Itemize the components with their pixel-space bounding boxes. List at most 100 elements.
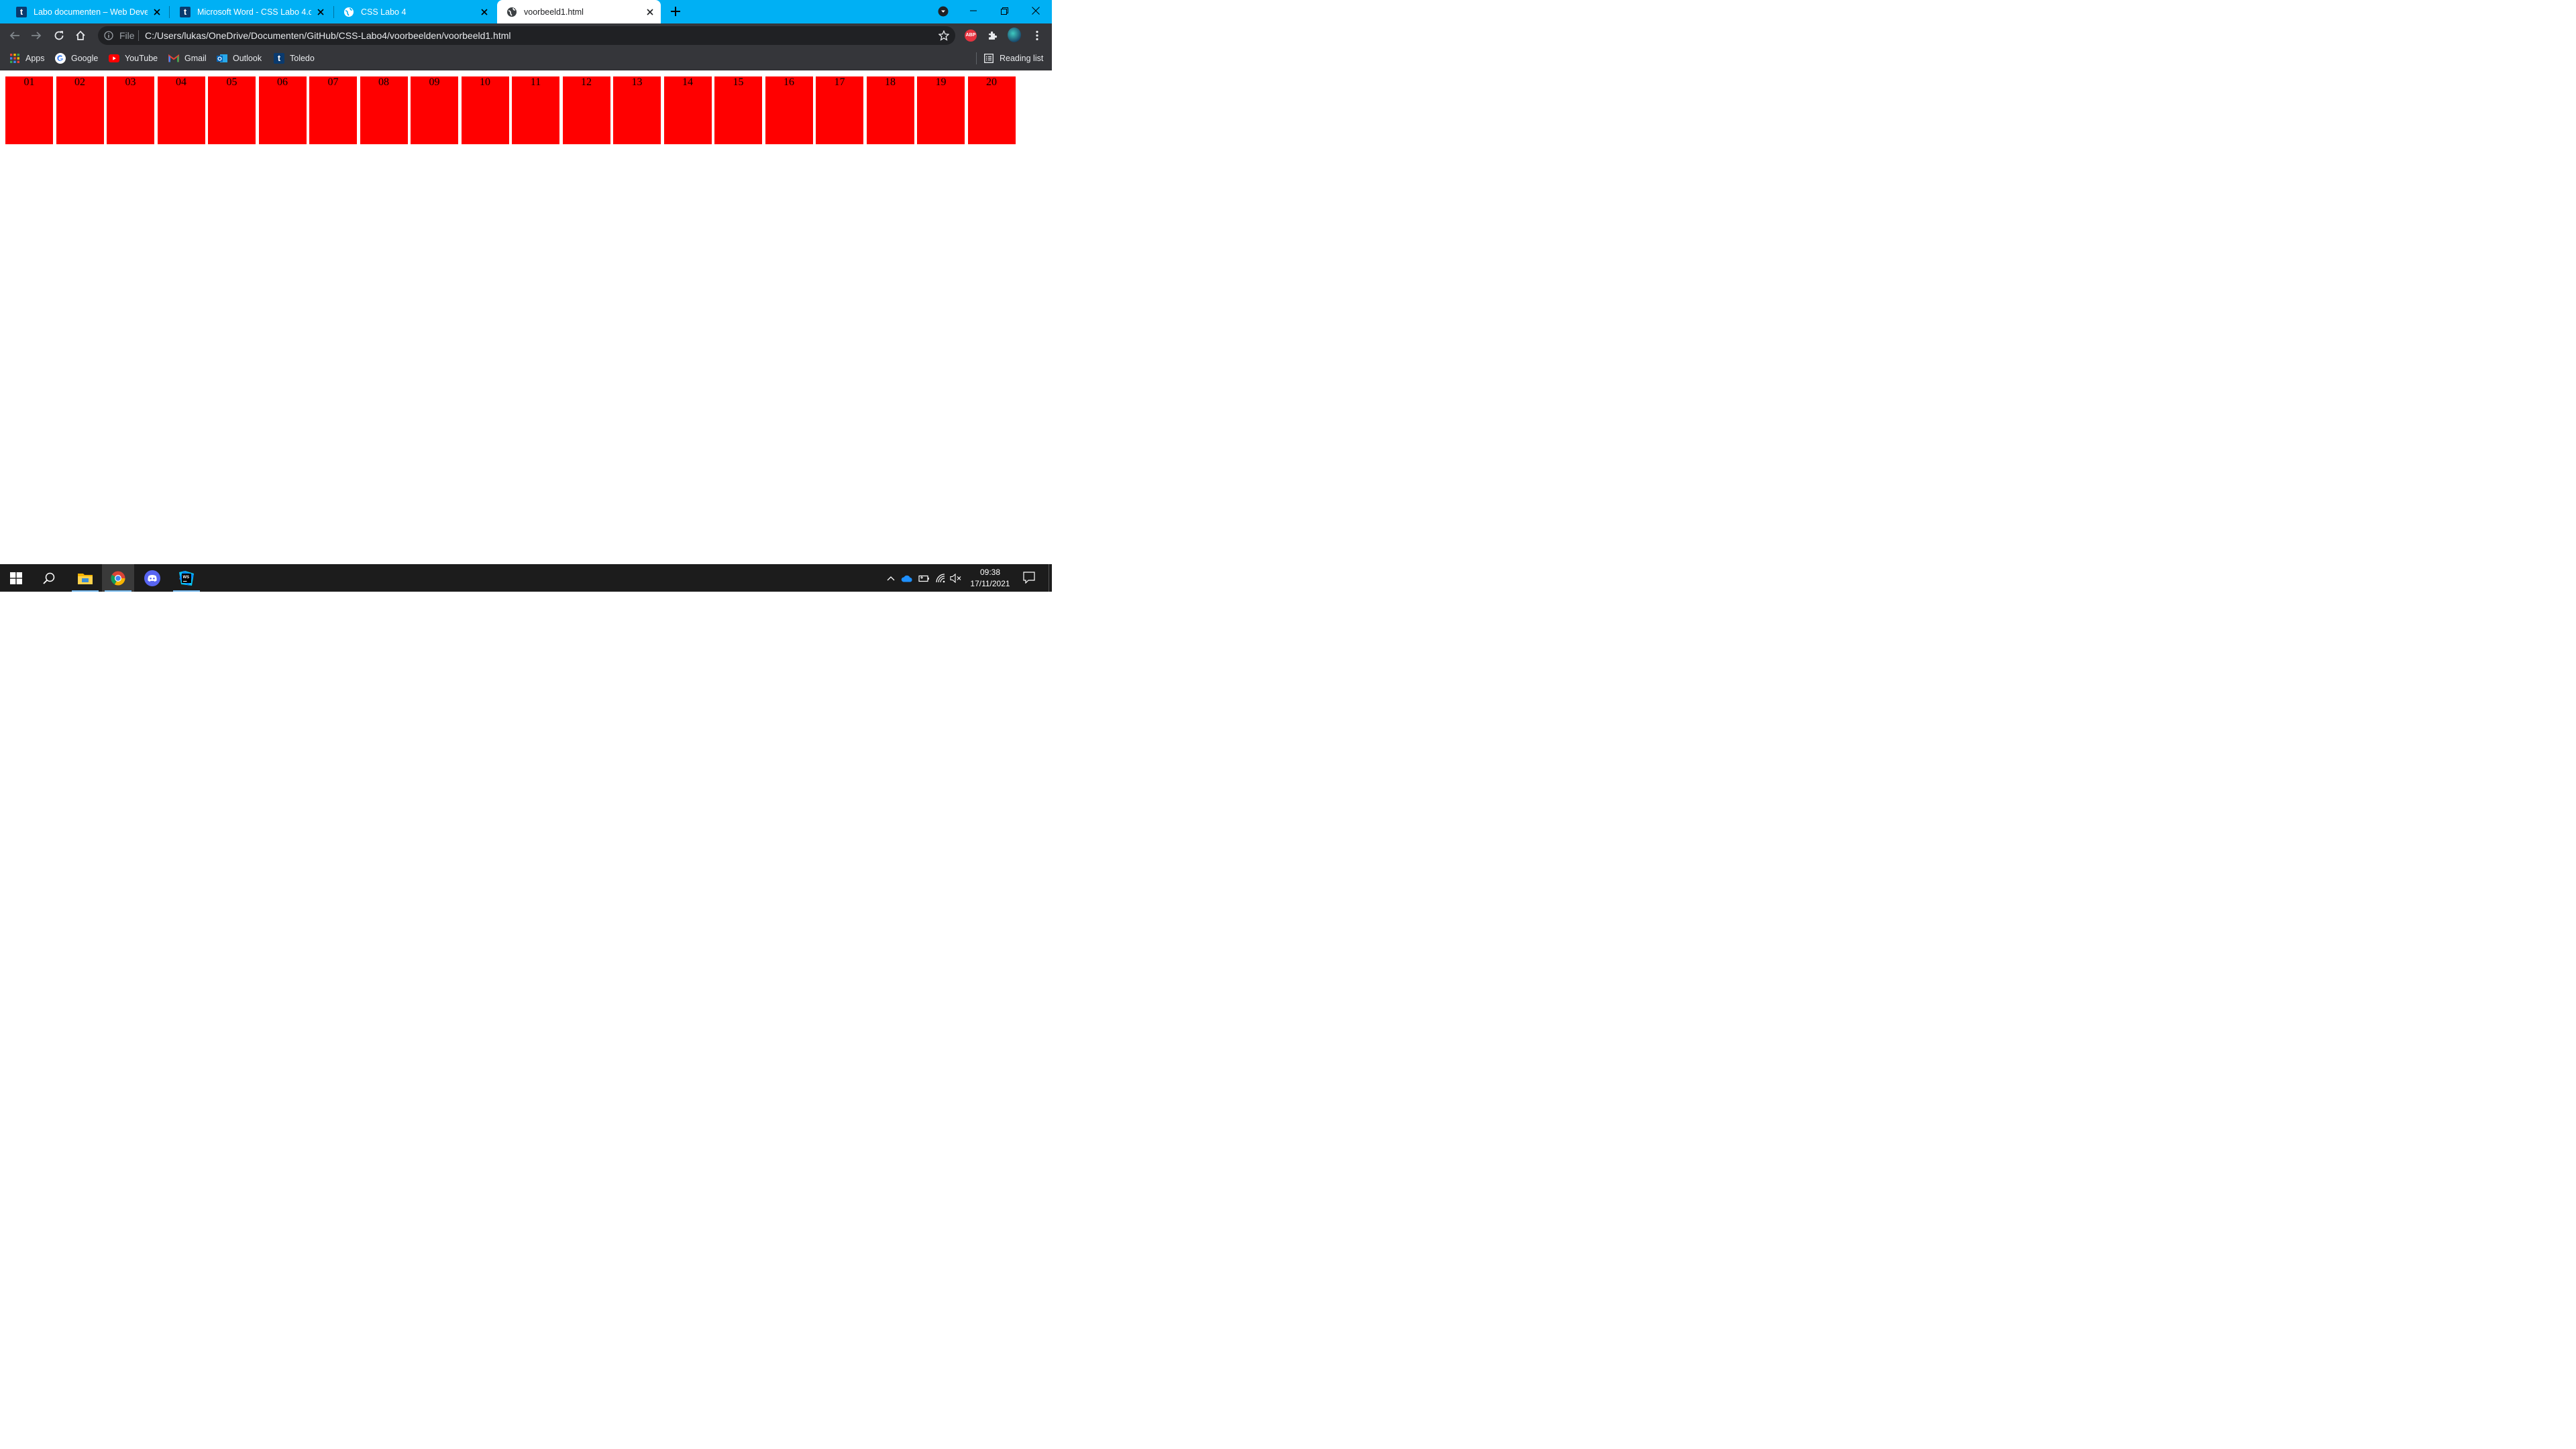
forward-button[interactable]: [25, 25, 47, 46]
close-icon: [1032, 7, 1040, 15]
numbered-box: 12: [562, 76, 610, 144]
tab-title: voorbeeld1.html: [524, 7, 584, 17]
tab-title: Labo documenten – Web Develop: [34, 7, 148, 17]
restore-button[interactable]: [989, 0, 1020, 21]
reading-list-icon: [983, 53, 994, 64]
start-button[interactable]: [0, 564, 32, 592]
wifi-icon[interactable]: [934, 572, 947, 584]
arrow-left-icon: [9, 32, 19, 40]
profile-avatar[interactable]: [1008, 28, 1021, 42]
running-indicator: [72, 590, 99, 592]
home-icon: [76, 30, 85, 40]
numbered-box: 04: [157, 76, 205, 144]
new-tab-button[interactable]: [665, 1, 686, 22]
scheme-label: File: [119, 30, 135, 41]
star-icon[interactable]: [938, 30, 950, 42]
tab-microsoft-word[interactable]: t Microsoft Word - CSS Labo 4.docx: [170, 0, 331, 23]
toledo-t-icon: t: [180, 6, 191, 17]
tab-search-button[interactable]: [932, 1, 954, 22]
arrow-right-icon: [32, 32, 42, 40]
close-icon[interactable]: [645, 7, 655, 17]
discord-icon: [144, 570, 160, 586]
numbered-box: 02: [56, 76, 104, 144]
numbered-box: 08: [360, 76, 408, 144]
numbered-box: 05: [208, 76, 256, 144]
numbered-box: 20: [967, 76, 1016, 144]
clock-date: 17/11/2021: [970, 579, 1010, 588]
bookmark-toledo[interactable]: t Toledo: [274, 52, 315, 65]
chrome-button[interactable]: [102, 564, 134, 592]
gmail-icon: [168, 53, 179, 64]
tab-css-labo-4[interactable]: CSS Labo 4: [334, 0, 495, 23]
google-icon: [55, 53, 66, 64]
numbered-box: 17: [816, 76, 863, 144]
running-indicator: [173, 590, 200, 592]
close-icon[interactable]: [152, 7, 162, 17]
tab-labo-documenten[interactable]: t Labo documenten – Web Develop: [7, 0, 168, 23]
url-text[interactable]: C:/Users/lukas/OneDrive/Documenten/GitHu…: [145, 30, 511, 41]
file-explorer-icon: [78, 573, 93, 584]
extensions-puzzle-icon[interactable]: [986, 29, 1000, 42]
tab-voorbeeld1[interactable]: voorbeeld1.html: [497, 0, 661, 23]
start-icon: [10, 572, 22, 584]
numbered-box: 06: [258, 76, 307, 144]
toledo-t-icon: t: [274, 53, 284, 64]
webstorm-icon: WS: [179, 570, 194, 586]
numbered-box: 18: [866, 76, 914, 144]
webstorm-button[interactable]: WS: [170, 564, 203, 592]
file-explorer-button[interactable]: [69, 564, 101, 592]
minimize-button[interactable]: [958, 0, 989, 21]
globe-icon: [506, 7, 517, 17]
search-icon: [43, 572, 55, 584]
svg-text:WS: WS: [183, 576, 190, 580]
tab-title: Microsoft Word - CSS Labo 4.docx: [197, 7, 311, 17]
address-bar[interactable]: File C:/Users/lukas/OneDrive/Documenten/…: [98, 26, 955, 45]
battery-icon[interactable]: [918, 572, 930, 584]
menu-kebab-icon[interactable]: [1030, 29, 1044, 42]
onedrive-cloud-icon[interactable]: [901, 572, 913, 584]
numbered-box: 13: [613, 76, 661, 144]
search-button[interactable]: [33, 564, 65, 592]
adblock-plus-icon[interactable]: ABP: [964, 29, 977, 42]
volume-muted-icon[interactable]: [950, 572, 962, 584]
divider: [138, 30, 139, 41]
bookmark-youtube[interactable]: YouTube: [109, 52, 158, 65]
home-button[interactable]: [70, 25, 91, 46]
youtube-icon: [109, 53, 119, 64]
bookmark-label: YouTube: [125, 54, 158, 63]
notification-center-icon[interactable]: [1023, 572, 1035, 584]
bookmark-label: Apps: [25, 54, 45, 63]
numbered-box: 19: [917, 76, 965, 144]
clock-time: 09:38: [979, 568, 1001, 577]
numbered-box: 01: [5, 76, 53, 144]
back-button[interactable]: [4, 25, 25, 46]
tab-strip: t Labo documenten – Web Develop t Micros…: [0, 0, 1052, 23]
numbered-box: 16: [765, 76, 813, 144]
window-close-button[interactable]: [1020, 0, 1051, 21]
chevron-down-icon: [938, 6, 949, 17]
reading-list-button[interactable]: Reading list: [983, 52, 1043, 65]
page-content: 01 02 03 04 05 06 07 08 09 10 11 12 13 14 15 16 17 18 19 20: [0, 70, 1052, 564]
bookmark-outlook[interactable]: Outlook: [217, 52, 262, 65]
tab-title: CSS Labo 4: [361, 7, 407, 17]
tab-separator: [169, 6, 170, 18]
close-icon[interactable]: [315, 7, 326, 17]
info-icon[interactable]: [103, 30, 114, 41]
windows-taskbar: WS 09:38 17/11/2021: [0, 564, 1052, 592]
bookmark-google[interactable]: Google: [55, 52, 98, 65]
bookmark-label: Toledo: [290, 54, 315, 63]
bookmark-apps[interactable]: Apps: [9, 52, 45, 65]
minimize-icon: [970, 10, 977, 11]
outlook-icon: [217, 53, 227, 64]
discord-button[interactable]: [136, 564, 168, 592]
bookmark-gmail[interactable]: Gmail: [168, 52, 207, 65]
numbered-box: 09: [411, 76, 458, 144]
system-clock[interactable]: 09:38 17/11/2021: [963, 567, 1017, 590]
reload-button[interactable]: [48, 25, 70, 46]
close-icon[interactable]: [479, 7, 490, 17]
numbered-box: 15: [714, 76, 762, 144]
globe-icon: [343, 7, 354, 17]
numbered-box: 03: [107, 76, 154, 144]
bookmark-label: Google: [71, 54, 99, 63]
chevron-up-icon[interactable]: [885, 572, 897, 584]
